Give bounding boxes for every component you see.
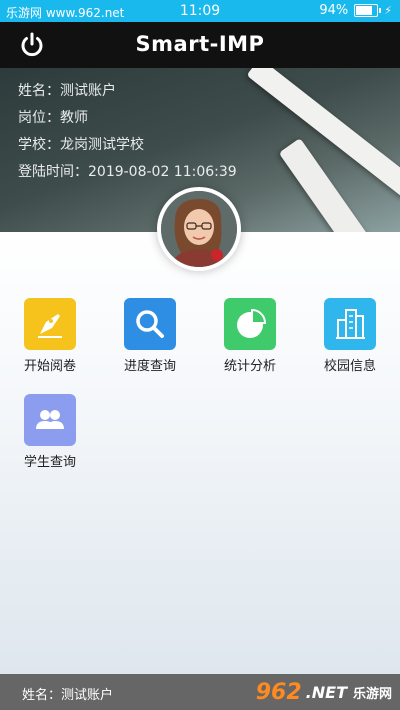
pen-nib-icon: [24, 298, 76, 350]
bottom-user-name: 姓名：测试账户: [22, 688, 114, 703]
profile-login-time: 登陆时间：2019-08-02 11:06:39: [18, 164, 237, 180]
avatar-photo: [161, 191, 237, 267]
battery-percent: 94%: [319, 3, 349, 18]
menu-label: 学生查询: [23, 455, 76, 470]
app-header: Smart-IMP: [0, 22, 400, 68]
pie-chart-icon: [224, 298, 276, 350]
building-icon: [324, 298, 376, 350]
profile-position: 岗位：教师: [18, 110, 88, 126]
avatar[interactable]: [157, 187, 241, 271]
menu-item-start-grading[interactable]: 开始阅卷: [15, 298, 85, 374]
profile-name: 姓名：测试账户: [18, 83, 116, 99]
menu-label: 统计分析: [223, 359, 276, 374]
bottom-bar: 姓名：测试账户 962 .NET 乐游网: [0, 674, 400, 710]
menu-label: 校园信息: [323, 359, 376, 374]
menu-item-statistics[interactable]: 统计分析: [215, 298, 285, 374]
status-right: 94% ⚡: [319, 3, 392, 18]
charging-icon: ⚡: [384, 4, 392, 17]
status-bar: 乐游网 www.962.net 11:09 94% ⚡: [0, 0, 400, 22]
watermark-suffix: .NET: [305, 683, 347, 702]
menu-item-student-query[interactable]: 学生查询: [15, 394, 85, 470]
watermark-logo: 962 .NET 乐游网: [256, 680, 392, 705]
menu-item-campus-info[interactable]: 校园信息: [315, 298, 385, 374]
battery-icon: [354, 4, 382, 17]
watermark-number: 962: [255, 680, 302, 705]
users-icon: [24, 394, 76, 446]
app-title: Smart-IMP: [135, 32, 265, 56]
profile-school: 学校：龙岗测试学校: [18, 137, 144, 153]
menu-label: 进度查询: [123, 359, 176, 374]
menu-label: 开始阅卷: [23, 359, 76, 374]
main-content: 开始阅卷 进度查询 统计分析 校园信息 学生查询: [0, 232, 400, 674]
search-icon: [124, 298, 176, 350]
watermark-cn: 乐游网: [352, 687, 392, 702]
menu-item-progress-query[interactable]: 进度查询: [115, 298, 185, 374]
